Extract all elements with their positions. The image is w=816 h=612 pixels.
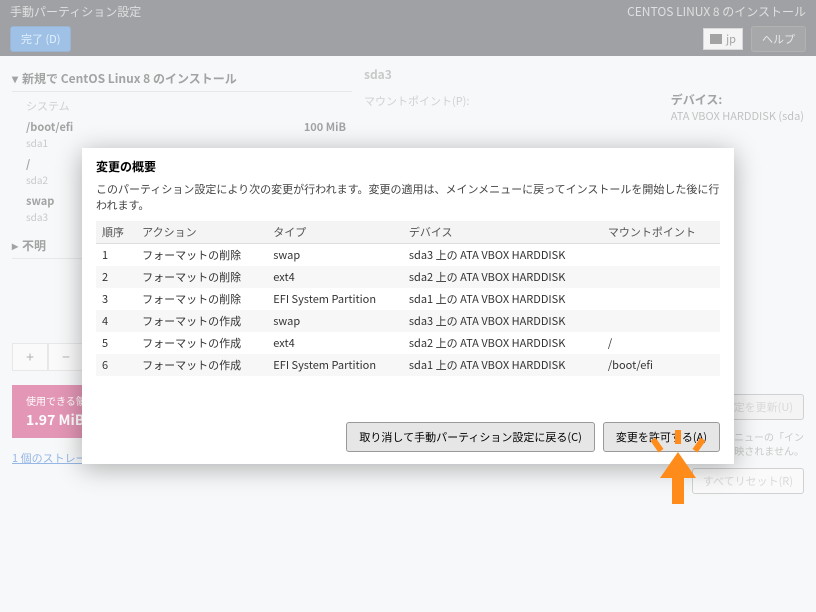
- dialog-title: 変更の概要: [96, 158, 720, 175]
- summary-dialog: 変更の概要 このパーティション設定により次の変更が行われます。変更の適用は、メイ…: [82, 148, 734, 464]
- table-row[interactable]: 4フォーマットの作成swapsda3 上の ATA VBOX HARDDISK: [96, 310, 720, 332]
- table-row[interactable]: 2フォーマットの削除ext4sda2 上の ATA VBOX HARDDISK: [96, 266, 720, 288]
- table-row[interactable]: 3フォーマットの削除EFI System Partitionsda1 上の AT…: [96, 288, 720, 310]
- table-row[interactable]: 1フォーマットの削除swapsda3 上の ATA VBOX HARDDISK: [96, 244, 720, 267]
- table-row[interactable]: 6フォーマットの作成EFI System Partitionsda1 上の AT…: [96, 354, 720, 376]
- col-order: 順序: [96, 221, 136, 244]
- changes-table: 順序 アクション タイプ デバイス マウントポイント 1フォーマットの削除swa…: [96, 221, 720, 376]
- dialog-description: このパーティション設定により次の変更が行われます。変更の適用は、メインメニューに…: [96, 181, 720, 213]
- col-action: アクション: [136, 221, 267, 244]
- table-row[interactable]: 5フォーマットの作成ext4sda2 上の ATA VBOX HARDDISK/: [96, 332, 720, 354]
- col-type: タイプ: [267, 221, 403, 244]
- col-mount: マウントポイント: [602, 221, 720, 244]
- cancel-return-button[interactable]: 取り消して手動パーティション設定に戻る(C): [346, 422, 594, 452]
- accept-changes-button[interactable]: 変更を許可する(A): [603, 422, 720, 452]
- col-device: デバイス: [403, 221, 602, 244]
